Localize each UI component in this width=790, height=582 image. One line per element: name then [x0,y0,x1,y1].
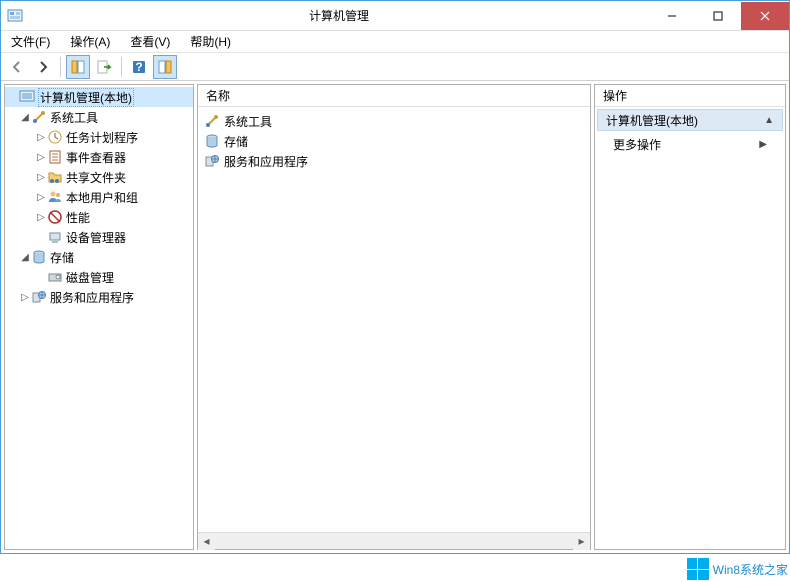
app-icon [7,8,23,24]
event-log-icon [47,149,63,165]
content-area: 计算机管理(本地) ◢ 系统工具 ▷ 任务计划程序 ▷ 事件查看器 [1,81,789,553]
tree-local-users[interactable]: ▷ 本地用户和组 [5,187,193,207]
tree-shared-folders[interactable]: ▷ 共享文件夹 [5,167,193,187]
scroll-right-button[interactable]: ▸ [573,533,590,550]
submenu-icon: ▶ [759,139,767,150]
details-panel: 名称 系统工具 存储 服务和应用程序 ◂ ▸ [197,84,591,550]
list-item-services[interactable]: 服务和应用程序 [202,151,586,171]
device-icon [47,229,63,245]
toolbar: ? [1,53,789,81]
list-item-system-tools[interactable]: 系统工具 [202,111,586,131]
services-icon [204,153,220,169]
toolbar-separator [60,57,61,77]
services-icon [31,289,47,305]
scroll-left-button[interactable]: ◂ [198,533,215,550]
minimize-button[interactable] [649,2,695,30]
list-item-storage[interactable]: 存储 [202,131,586,151]
actions-panel: 操作 计算机管理(本地) ▲ 更多操作 ▶ [594,84,786,550]
computer-management-window: 计算机管理 文件(F) 操作(A) 查看(V) 帮助(H) ? 计算机管理(本 [0,0,790,554]
shared-folder-icon [47,169,63,185]
tree-panel: 计算机管理(本地) ◢ 系统工具 ▷ 任务计划程序 ▷ 事件查看器 [4,84,194,550]
computer-icon [19,89,35,105]
expand-icon[interactable]: ▷ [35,212,47,223]
storage-icon [204,133,220,149]
tree-device-manager[interactable]: 设备管理器 [5,227,193,247]
collapse-icon[interactable]: ▲ [764,115,774,126]
expand-icon[interactable]: ▷ [35,172,47,183]
tree-performance[interactable]: ▷ 性能 [5,207,193,227]
menu-view[interactable]: 查看(V) [126,31,174,52]
expand-icon[interactable]: ▷ [35,152,47,163]
windows-logo-icon [687,558,709,580]
forward-button[interactable] [31,55,55,79]
disk-icon [47,269,63,285]
expand-icon[interactable]: ▷ [35,192,47,203]
export-list-button[interactable] [92,55,116,79]
tree-services-applications[interactable]: ▷ 服务和应用程序 [5,287,193,307]
tree-root-computer-management[interactable]: 计算机管理(本地) [5,87,193,107]
show-hide-tree-button[interactable] [66,55,90,79]
action-more-actions[interactable]: 更多操作 ▶ [597,133,783,155]
menu-action[interactable]: 操作(A) [66,31,114,52]
toolbar-separator [121,57,122,77]
back-button[interactable] [5,55,29,79]
navigation-tree[interactable]: 计算机管理(本地) ◢ 系统工具 ▷ 任务计划程序 ▷ 事件查看器 [5,85,193,549]
window-controls [649,2,789,30]
expand-icon[interactable]: ▷ [19,292,31,303]
tree-task-scheduler[interactable]: ▷ 任务计划程序 [5,127,193,147]
collapse-icon[interactable]: ◢ [19,112,31,123]
tree-disk-management[interactable]: 磁盘管理 [5,267,193,287]
menu-help[interactable]: 帮助(H) [186,31,235,52]
collapse-icon[interactable]: ◢ [19,252,31,263]
tools-icon [204,113,220,129]
performance-icon [47,209,63,225]
users-icon [47,189,63,205]
menu-file[interactable]: 文件(F) [7,31,54,52]
horizontal-scrollbar[interactable]: ◂ ▸ [198,532,590,549]
storage-icon [31,249,47,265]
show-hide-action-pane-button[interactable] [153,55,177,79]
tree-event-viewer[interactable]: ▷ 事件查看器 [5,147,193,167]
action-group-header[interactable]: 计算机管理(本地) ▲ [597,109,783,131]
column-header-actions: 操作 [595,85,785,107]
menubar: 文件(F) 操作(A) 查看(V) 帮助(H) [1,31,789,53]
column-header-name[interactable]: 名称 [198,85,590,107]
svg-text:?: ? [135,60,142,74]
maximize-button[interactable] [695,2,741,30]
titlebar[interactable]: 计算机管理 [1,1,789,31]
watermark: Win8系统之家 [687,558,788,580]
details-list[interactable]: 系统工具 存储 服务和应用程序 [198,107,590,532]
clock-icon [47,129,63,145]
close-button[interactable] [741,2,789,30]
tree-system-tools[interactable]: ◢ 系统工具 [5,107,193,127]
tree-storage[interactable]: ◢ 存储 [5,247,193,267]
window-title: 计算机管理 [29,7,649,24]
tools-icon [31,109,47,125]
help-button[interactable]: ? [127,55,151,79]
expand-icon[interactable]: ▷ [35,132,47,143]
